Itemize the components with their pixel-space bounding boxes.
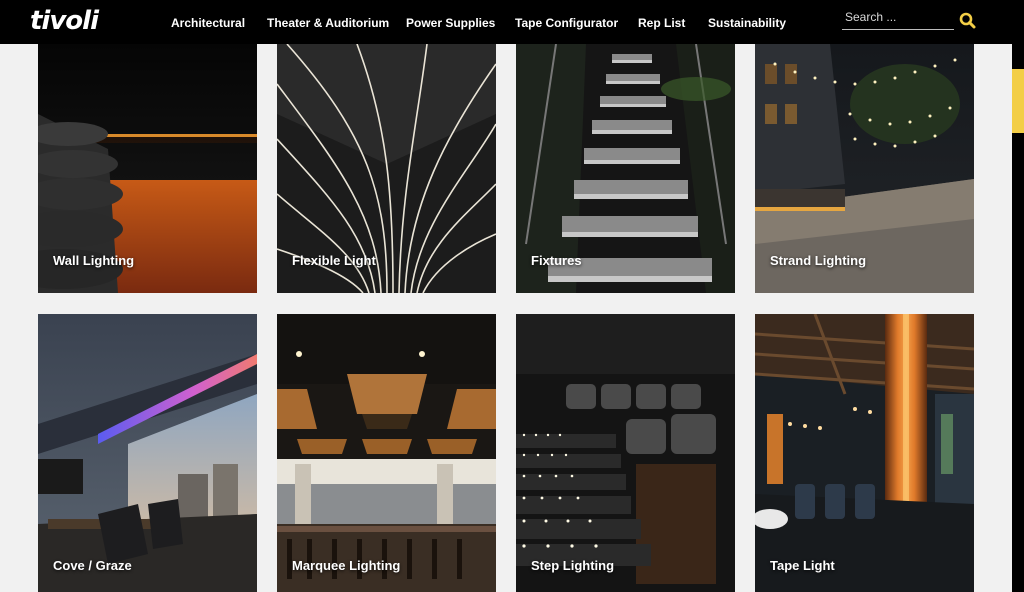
tile-label: Tape Light [770,558,835,573]
tile-tape-light[interactable]: Tape Light [755,314,974,592]
tile-cove-graze[interactable]: Cove / Graze [38,314,257,592]
tile-label: Flexible Light [292,253,376,268]
tape-light-image [755,314,974,592]
tile-label: Marquee Lighting [292,558,401,573]
tile-strand-lighting[interactable]: Strand Lighting [755,44,974,293]
cove-graze-image [38,314,257,592]
search-button[interactable] [958,11,978,31]
nav-architectural[interactable]: Architectural [171,15,245,31]
page-scrollbar-thumb[interactable] [1012,69,1024,133]
nav-power-supplies[interactable]: Power Supplies [406,15,495,31]
tile-step-lighting[interactable]: Step Lighting [516,314,735,592]
tile-label: Strand Lighting [770,253,867,268]
search-field [842,6,958,30]
tile-flexible-light[interactable]: Flexible Light [277,44,496,293]
marquee-lighting-image [277,314,496,592]
search-input[interactable] [842,8,958,26]
tile-label: Cove / Graze [53,558,132,573]
step-lighting-image [516,314,735,592]
tivoli-logo[interactable]: tivoli [30,8,99,34]
nav-sustainability[interactable]: Sustainability [708,15,786,31]
nav-theater-auditorium[interactable]: Theater & Auditorium [267,15,389,31]
tile-label: Fixtures [531,253,582,268]
search-icon [959,12,976,29]
tile-wall-lighting[interactable]: Wall Lighting [38,44,257,293]
nav-tape-configurator[interactable]: Tape Configurator [515,15,618,31]
tile-marquee-lighting[interactable]: Marquee Lighting [277,314,496,592]
tile-fixtures[interactable]: Fixtures [516,44,735,293]
tile-label: Wall Lighting [53,253,135,268]
tile-label: Step Lighting [531,558,615,573]
nav-rep-list[interactable]: Rep List [638,15,685,31]
top-nav-bar: tivoli Architectural Theater & Auditoriu… [0,0,1024,44]
